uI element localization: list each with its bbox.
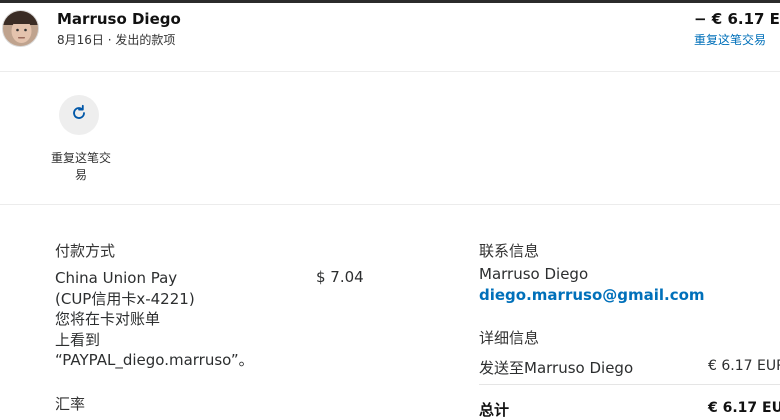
payment-method-line: (CUP信用卡x-4221) <box>55 289 195 308</box>
repeat-transaction-button[interactable] <box>59 95 99 135</box>
total-label: 总计 <box>479 401 510 419</box>
contact-info-title: 联系信息 <box>479 242 540 260</box>
avatar <box>2 10 39 47</box>
sent-to-amount: € 6.17 EUR <box>708 358 780 374</box>
payment-method-line: “PAYPAL_diego.marruso”。 <box>55 351 254 369</box>
payee-name: Marruso Diego <box>57 10 181 28</box>
repeat-transaction-label: 重复这笔交易 <box>50 151 111 182</box>
contact-email-link[interactable]: diego.marruso@gmail.com <box>479 286 705 304</box>
divider <box>479 384 780 385</box>
sent-to-label: 发送至Marruso Diego <box>479 359 634 377</box>
refresh-icon <box>70 104 88 126</box>
top-bar <box>0 0 780 3</box>
exchange-rate-title: 汇率 <box>55 395 86 413</box>
details-title: 详细信息 <box>479 329 540 347</box>
transaction-amount: − € 6.17 EUR <box>694 10 780 28</box>
repeat-transaction-link[interactable]: 重复这笔交易 <box>694 31 766 48</box>
payment-method-line: 上看到 <box>55 330 101 349</box>
payment-method-amount: $ 7.04 <box>316 268 364 286</box>
divider <box>0 71 780 72</box>
total-amount: € 6.17 EUR <box>708 400 780 416</box>
contact-name: Marruso Diego <box>479 265 589 283</box>
payment-method-line: China Union Pay <box>55 269 178 287</box>
payment-method-line: 您将在卡对账单 <box>55 310 161 328</box>
payment-method-title: 付款方式 <box>55 242 116 260</box>
divider <box>0 204 780 205</box>
payment-method-details: China Union Pay (CUP信用卡x-4221) 您将在卡对账单 上… <box>55 268 295 371</box>
transaction-subtitle: 8月16日 · 发出的款项 <box>57 33 176 47</box>
